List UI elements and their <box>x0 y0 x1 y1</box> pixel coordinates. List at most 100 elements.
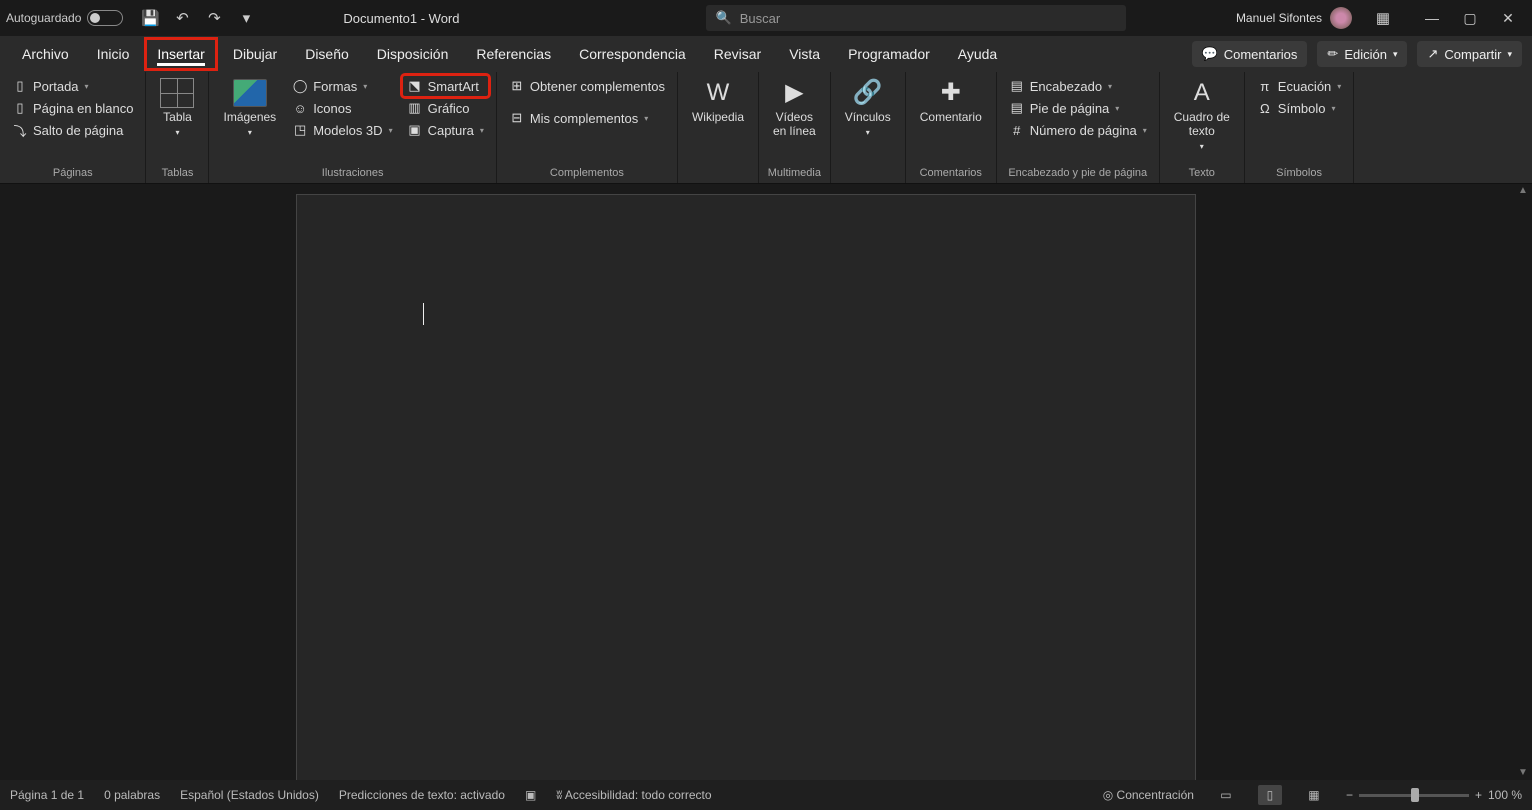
formas-label: Formas <box>313 79 357 94</box>
simbolo-label: Símbolo <box>1278 101 1326 116</box>
read-mode-button[interactable]: ▭ <box>1214 785 1238 805</box>
ribbon-group-Páginas: ▯Portada▾▯Página en blanco⤵Salto de pági… <box>0 72 146 183</box>
tab-revisar[interactable]: Revisar <box>702 38 773 70</box>
imagenes-button[interactable]: Imágenes▾ <box>217 76 282 139</box>
tab-referencias[interactable]: Referencias <box>464 38 563 70</box>
save-icon[interactable]: 💾 <box>139 7 161 29</box>
modelos-3d-button[interactable]: ◳Modelos 3D▾ <box>288 120 396 140</box>
editing-button[interactable]: ✏ Edición ▾ <box>1317 41 1407 67</box>
minimize-button[interactable]: — <box>1414 4 1450 32</box>
user-account[interactable]: Manuel Sifontes <box>1236 7 1352 29</box>
accessibility-indicator[interactable]: ʬ Accesibilidad: todo correcto <box>556 788 711 802</box>
captura-icon: ▣ <box>407 122 423 138</box>
close-button[interactable]: ✕ <box>1490 4 1526 32</box>
tab-vista[interactable]: Vista <box>777 38 832 70</box>
text-cursor <box>423 303 424 325</box>
zoom-level[interactable]: 100 % <box>1488 788 1522 802</box>
ecuacion-button[interactable]: πEcuación▾ <box>1253 76 1346 96</box>
numero-pagina-button[interactable]: #Número de página▾ <box>1005 120 1151 140</box>
search-placeholder: Buscar <box>740 11 780 26</box>
tab-dibujar[interactable]: Dibujar <box>221 38 289 70</box>
page-indicator[interactable]: Página 1 de 1 <box>10 788 84 802</box>
undo-icon[interactable]: ↶ <box>171 7 193 29</box>
toggle-icon <box>87 10 123 26</box>
numero-pagina-label: Número de página <box>1030 123 1137 138</box>
captura-button[interactable]: ▣Captura▾ <box>403 120 488 140</box>
chevron-down-icon: ▾ <box>248 128 252 137</box>
smartart-icon: ⬔ <box>407 78 423 94</box>
captura-label: Captura <box>428 123 474 138</box>
ribbon-display-options-icon[interactable]: ▦ <box>1372 7 1394 29</box>
tab-archivo[interactable]: Archivo <box>10 38 81 70</box>
macro-record-icon[interactable]: ▣ <box>525 788 536 802</box>
pie-pagina-button[interactable]: ▤Pie de página▾ <box>1005 98 1151 118</box>
tab-programador[interactable]: Programador <box>836 38 942 70</box>
smartart-button[interactable]: ⬔SmartArt <box>403 76 488 96</box>
chevron-down-icon: ▾ <box>175 128 179 137</box>
tab-insertar[interactable]: Insertar <box>145 38 216 70</box>
zoom-slider[interactable] <box>1359 794 1469 797</box>
group-label: Páginas <box>8 165 137 181</box>
salto-pagina-button[interactable]: ⤵Salto de página <box>8 120 137 140</box>
group-label: Texto <box>1168 165 1236 181</box>
mis-complementos-icon: ⊟ <box>509 110 525 126</box>
portada-button[interactable]: ▯Portada▾ <box>8 76 137 96</box>
ribbon: ▯Portada▾▯Página en blanco⤵Salto de pági… <box>0 72 1532 184</box>
language-indicator[interactable]: Español (Estados Unidos) <box>180 788 319 802</box>
group-label <box>686 177 750 181</box>
cuadro-texto-button[interactable]: ACuadro de texto▾ <box>1168 76 1236 153</box>
scroll-down-icon[interactable]: ▼ <box>1516 766 1530 780</box>
tab-disposición[interactable]: Disposición <box>365 38 461 70</box>
ribbon-group-6: 🔗Vínculos▾ <box>831 72 906 183</box>
mis-complementos-button[interactable]: ⊟Mis complementos▾ <box>505 108 669 128</box>
maximize-button[interactable]: ▢ <box>1452 4 1488 32</box>
document-title: Documento1 - Word <box>343 11 459 26</box>
encabezado-icon: ▤ <box>1009 78 1025 94</box>
search-input[interactable]: 🔍 Buscar <box>706 5 1126 31</box>
tab-correspondencia[interactable]: Correspondencia <box>567 38 698 70</box>
user-name: Manuel Sifontes <box>1236 11 1322 25</box>
document-page[interactable] <box>296 194 1196 780</box>
grafico-button[interactable]: ▥Gráfico <box>403 98 488 118</box>
encabezado-button[interactable]: ▤Encabezado▾ <box>1005 76 1151 96</box>
scroll-up-icon[interactable]: ▲ <box>1516 184 1530 198</box>
word-count[interactable]: 0 palabras <box>104 788 160 802</box>
simbolo-button[interactable]: ΩSímbolo▾ <box>1253 98 1346 118</box>
tab-inicio[interactable]: Inicio <box>85 38 142 70</box>
tab-ayuda[interactable]: Ayuda <box>946 38 1009 70</box>
formas-button[interactable]: ◯Formas▾ <box>288 76 396 96</box>
pagina-blanco-button[interactable]: ▯Página en blanco <box>8 98 137 118</box>
share-button[interactable]: ↗ Compartir ▾ <box>1417 41 1522 67</box>
zoom-out-button[interactable]: − <box>1346 788 1353 802</box>
vertical-scrollbar[interactable]: ▲ ▼ <box>1516 184 1530 780</box>
text-predictions-indicator[interactable]: Predicciones de texto: activado <box>339 788 505 802</box>
chevron-down-icon: ▾ <box>1143 126 1147 135</box>
focus-mode-button[interactable]: ◎ Concentración <box>1103 788 1194 802</box>
comentario-button[interactable]: ✚Comentario <box>914 76 988 127</box>
print-layout-button[interactable]: ▯ <box>1258 785 1282 805</box>
wikipedia-button[interactable]: WWikipedia <box>686 76 750 127</box>
obtener-complementos-button[interactable]: ⊞Obtener complementos <box>505 76 669 96</box>
group-label: Complementos <box>505 165 669 181</box>
comment-icon: 💬 <box>1202 46 1218 62</box>
web-layout-button[interactable]: ▦ <box>1302 785 1326 805</box>
vinculos-button[interactable]: 🔗Vínculos▾ <box>839 76 897 139</box>
grafico-label: Gráfico <box>428 101 470 116</box>
qat-more-icon[interactable]: ▾ <box>235 7 257 29</box>
comments-button[interactable]: 💬 Comentarios <box>1192 41 1308 67</box>
redo-icon[interactable]: ↷ <box>203 7 225 29</box>
chevron-down-icon: ▾ <box>866 128 870 137</box>
window-controls: — ▢ ✕ <box>1414 4 1526 32</box>
vinculos-icon: 🔗 <box>851 78 885 108</box>
imagenes-icon <box>233 78 267 108</box>
wikipedia-icon: W <box>701 78 735 108</box>
iconos-button[interactable]: ☺Iconos <box>288 98 396 118</box>
zoom-in-button[interactable]: + <box>1475 788 1482 802</box>
comentario-label: Comentario <box>920 111 982 125</box>
autosave-toggle[interactable]: Autoguardado <box>6 10 123 26</box>
salto-pagina-label: Salto de página <box>33 123 123 138</box>
tabla-button[interactable]: Tabla▾ <box>154 76 200 139</box>
videos-linea-button[interactable]: ▶Vídeos en línea <box>767 76 822 141</box>
zoom-control[interactable]: − + 100 % <box>1346 788 1522 802</box>
tab-diseño[interactable]: Diseño <box>293 38 361 70</box>
